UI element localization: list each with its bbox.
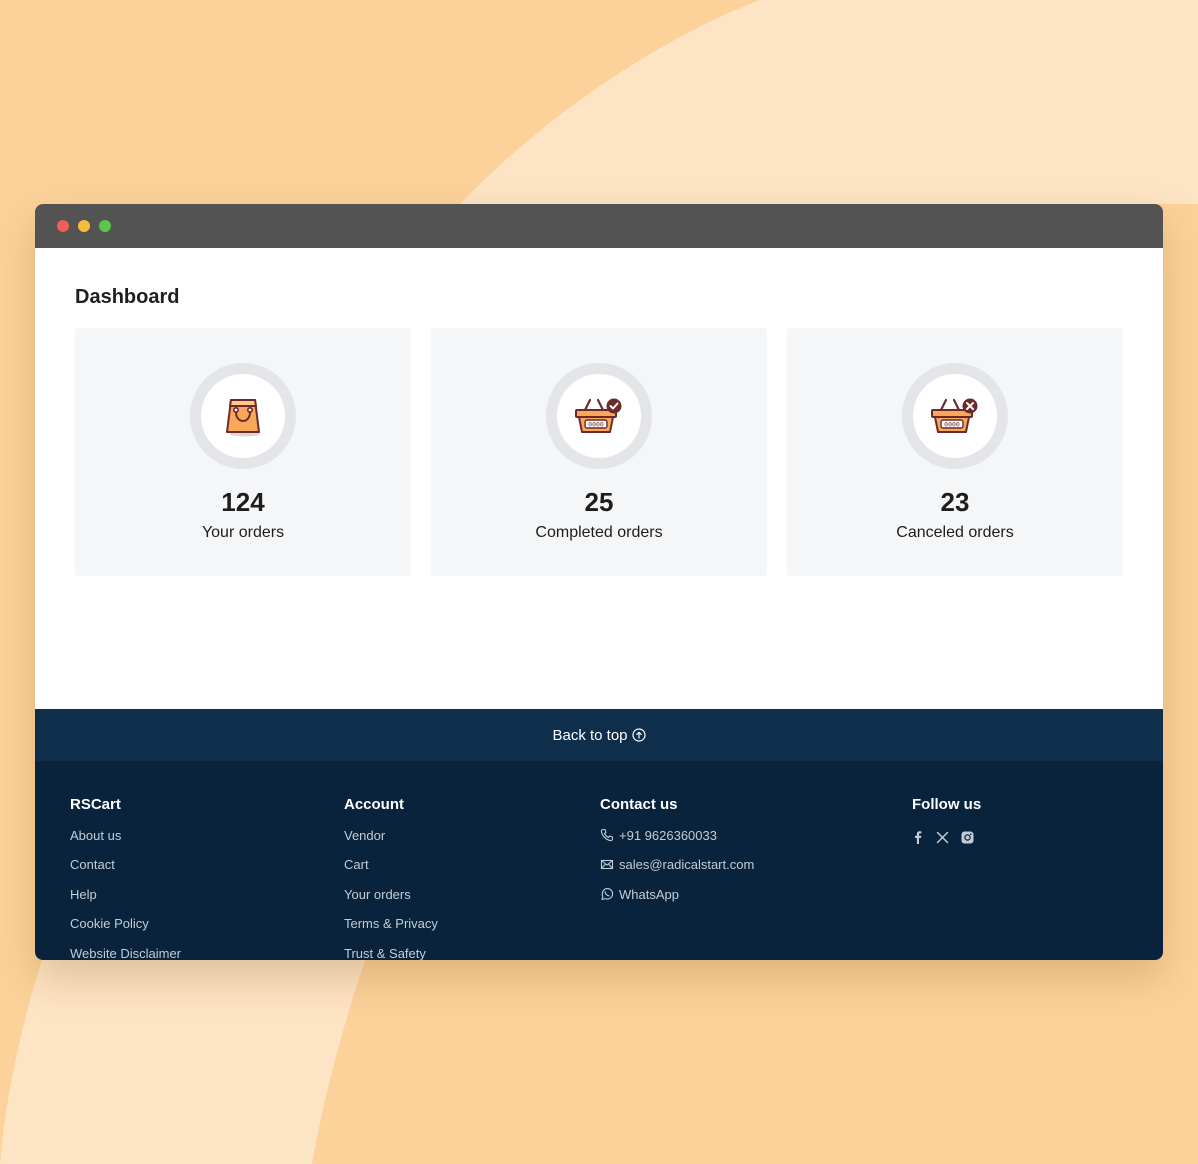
shopping-bag-icon [226, 399, 260, 437]
canceled-orders-count: 23 [940, 487, 970, 517]
footer-link-terms-privacy[interactable]: Terms & Privacy [344, 916, 438, 945]
footer-contact-title: Contact us [600, 796, 678, 813]
footer-link-cart[interactable]: Cart [344, 857, 438, 886]
maximize-window-dot[interactable] [99, 220, 111, 232]
icon-inner: 0000 [557, 374, 641, 458]
your-orders-count: 124 [221, 487, 265, 517]
back-to-top-button[interactable]: Back to top [35, 709, 1163, 761]
browser-window: Dashboard 124 Your orders 0000 25 Comple… [35, 204, 1163, 960]
footer-link-trust-safety[interactable]: Trust & Safety [344, 946, 438, 960]
icon-inner [201, 374, 285, 458]
footer-link-label[interactable]: Contact [70, 857, 115, 873]
footer-link-label[interactable]: Vendor [344, 828, 385, 844]
footer-link-about-us[interactable]: About us [70, 828, 181, 857]
footer-brand-title: RSCart [70, 796, 121, 813]
whatsapp-icon [601, 887, 614, 900]
footer-link-label[interactable]: Trust & Safety [344, 946, 426, 960]
your-orders-label: Your orders [201, 524, 285, 541]
instagram-icon[interactable] [961, 831, 974, 844]
footer-account-title: Account [344, 796, 404, 813]
page-title: Dashboard [75, 286, 180, 308]
footer-link-label[interactable]: Help [70, 887, 97, 903]
contact-phone[interactable]: +91 9626360033 [600, 828, 754, 857]
footer-link-label[interactable]: Cookie Policy [70, 916, 149, 932]
social-links [912, 828, 981, 846]
completed-orders-card[interactable]: 0000 25 Completed orders [431, 328, 767, 576]
contact-email[interactable]: sales@radicalstart.com [600, 857, 754, 886]
footer-link-label[interactable]: Terms & Privacy [344, 916, 438, 932]
your-orders-card[interactable]: 124 Your orders [75, 328, 411, 576]
footer-follow-column: Follow us [912, 795, 981, 846]
svg-text:0000: 0000 [944, 421, 960, 429]
footer-link-help[interactable]: Help [70, 887, 181, 916]
footer-follow-title: Follow us [912, 796, 982, 813]
footer-link-cookie-policy[interactable]: Cookie Policy [70, 916, 181, 945]
footer-link-your-orders[interactable]: Your orders [344, 887, 438, 916]
footer-link-label[interactable]: Website Disclaimer [70, 946, 181, 960]
contact-email-address: sales@radicalstart.com [619, 857, 755, 873]
completed-orders-count: 25 [584, 487, 614, 517]
basket-cancel-icon: 0000 [931, 398, 978, 433]
x-icon[interactable] [936, 831, 949, 844]
basket-check-icon: 0000 [575, 398, 622, 433]
mail-icon [600, 860, 614, 870]
site-footer: RSCart About us Contact Help Cookie Poli… [35, 761, 1163, 960]
footer-link-contact[interactable]: Contact [70, 857, 181, 886]
footer-link-vendor[interactable]: Vendor [344, 828, 438, 857]
stats-cards: 124 Your orders 0000 25 Completed orders… [75, 328, 1123, 576]
icon-ring: 0000 [902, 363, 1008, 469]
back-to-top-label: Back to top [552, 726, 628, 744]
completed-orders-label: Completed orders [535, 524, 663, 541]
footer-link-label[interactable]: About us [70, 828, 121, 844]
svg-text:0000: 0000 [588, 421, 604, 429]
window-titlebar [35, 204, 1163, 248]
canceled-orders-card[interactable]: 0000 23 Canceled orders [787, 328, 1123, 576]
footer-link-label[interactable]: Your orders [344, 887, 411, 903]
phone-icon [600, 828, 614, 842]
footer-brand-column: RSCart About us Contact Help Cookie Poli… [70, 795, 181, 960]
canceled-orders-label: Canceled orders [896, 524, 1014, 541]
contact-whatsapp-label: WhatsApp [619, 886, 679, 902]
facebook-icon[interactable] [912, 830, 924, 844]
footer-account-column: Account Vendor Cart Your orders Terms & … [344, 795, 438, 960]
icon-ring [190, 363, 296, 469]
icon-ring: 0000 [546, 363, 652, 469]
contact-whatsapp[interactable]: WhatsApp [600, 887, 754, 916]
footer-link-label[interactable]: Cart [344, 857, 369, 873]
arrow-up-circle-icon [631, 728, 646, 742]
footer-contact-column: Contact us +91 9626360033 sales@radicals… [600, 795, 754, 916]
minimize-window-dot[interactable] [78, 220, 90, 232]
dashboard-content: Dashboard 124 Your orders 0000 25 Comple… [35, 248, 1163, 709]
icon-inner: 0000 [913, 374, 997, 458]
footer-link-website-disclaimer[interactable]: Website Disclaimer [70, 946, 181, 960]
close-window-dot[interactable] [57, 220, 69, 232]
contact-phone-number: +91 9626360033 [619, 828, 717, 843]
